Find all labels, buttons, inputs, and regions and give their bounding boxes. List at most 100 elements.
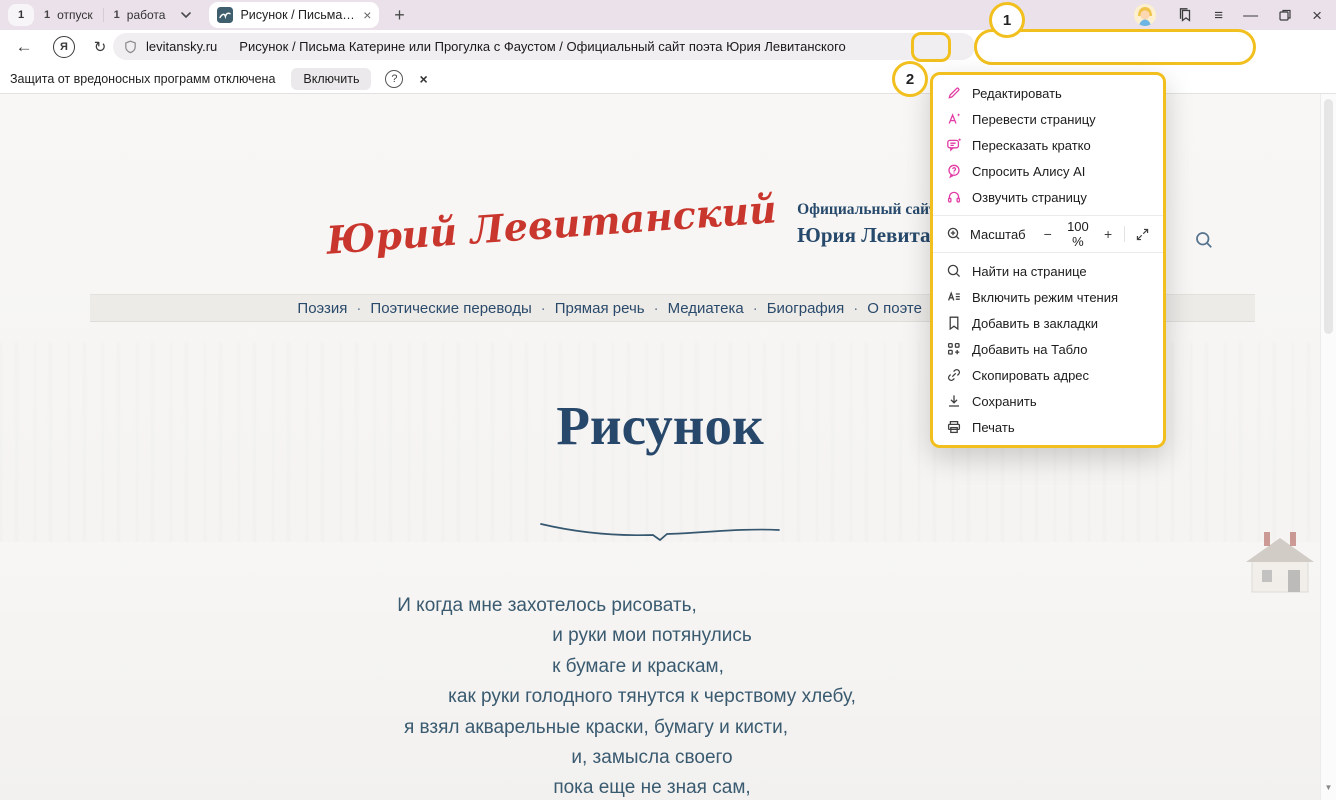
nav-separator: · <box>853 300 858 317</box>
browser-actions-menu: Редактировать Перевести страницу Переска… <box>930 72 1166 448</box>
menu-item-ask-alice[interactable]: Спросить Алису AI <box>933 158 1163 184</box>
menu-item-label: Редактировать <box>972 86 1062 101</box>
address-bar[interactable]: levitansky.ru Рисунок / Письма Катерине … <box>113 33 975 60</box>
enable-protection-button[interactable]: Включить <box>291 68 371 90</box>
window-close-icon[interactable]: × <box>1312 7 1322 24</box>
tab-groups-chevron-down-icon[interactable] <box>175 4 197 26</box>
warning-close-icon[interactable]: × <box>419 71 427 87</box>
menu-item-label: Печать <box>972 420 1015 435</box>
poem-line: пока еще не зная сам, <box>0 773 1304 800</box>
nav-item-media[interactable]: Медиатека <box>668 300 744 317</box>
menu-zoom-row: Масштаб − 100 % + <box>933 221 1163 247</box>
menu-item-label: Пересказать кратко <box>972 138 1091 153</box>
headphones-icon <box>946 189 962 205</box>
summarize-chat-icon <box>946 137 962 153</box>
menu-divider <box>933 215 1163 216</box>
ask-alice-chat-icon <box>946 163 962 179</box>
reload-icon[interactable]: ↻ <box>86 30 114 64</box>
menu-item-summarize-brief[interactable]: Пересказать кратко <box>933 132 1163 158</box>
site-favicon-icon <box>217 7 233 23</box>
menu-item-save[interactable]: Сохранить <box>933 388 1163 414</box>
menu-item-label: Спросить Алису AI <box>972 164 1085 179</box>
poem-text: И когда мне захотелось рисовать, и руки … <box>0 591 1304 800</box>
annotation-marker-1: 1 <box>989 2 1025 38</box>
warning-message: Защита от вредоносных программ отключена <box>10 72 275 86</box>
tab-group-vacation[interactable]: 1 отпуск <box>34 4 103 26</box>
zoom-in-button[interactable]: + <box>1102 226 1114 242</box>
window-restore-icon[interactable] <box>1278 8 1292 22</box>
tab-group-label: отпуск <box>57 8 93 22</box>
zoom-value: 100 % <box>1062 219 1094 249</box>
tab-bar: 1 1 отпуск 1 работа Рисунок / Письма Кат… <box>0 0 1336 30</box>
page-scrollbar[interactable]: ▼ <box>1320 94 1336 800</box>
tab-group-count: 1 <box>114 9 120 21</box>
help-icon[interactable]: ? <box>385 70 403 88</box>
menu-item-label: Добавить на Табло <box>972 342 1088 357</box>
menu-item-read-aloud[interactable]: Озвучить страницу <box>933 184 1163 210</box>
menu-item-label: Включить режим чтения <box>972 290 1118 305</box>
menu-item-label: Сохранить <box>972 394 1037 409</box>
tab-group-count: 1 <box>44 9 50 21</box>
poem-line: и руки мои потянулись <box>0 621 1304 651</box>
menu-item-copy-address[interactable]: Скопировать адрес <box>933 362 1163 388</box>
printer-icon <box>946 419 962 435</box>
pinned-tab[interactable]: 1 <box>8 4 34 26</box>
address-toolbar: ← Я ↻ levitansky.ru Рисунок / Письма Кат… <box>0 30 1336 64</box>
site-search-icon[interactable] <box>1194 230 1214 250</box>
poem-line: как руки голодного тянутся к черствому х… <box>0 682 1304 712</box>
link-icon <box>946 367 962 383</box>
yandex-home-icon[interactable]: Я <box>50 30 78 64</box>
menu-item-find[interactable]: Найти на странице <box>933 258 1163 284</box>
download-icon <box>946 393 962 409</box>
collections-icon[interactable] <box>1176 6 1194 24</box>
translate-icon <box>946 111 962 127</box>
nav-separator: · <box>654 300 659 317</box>
tab-group-work[interactable]: 1 работа <box>104 4 176 26</box>
edit-pencil-icon <box>946 85 962 101</box>
profile-avatar[interactable] <box>1134 4 1156 26</box>
back-icon[interactable]: ← <box>10 30 38 64</box>
address-domain: levitansky.ru <box>146 39 217 54</box>
poem-line: и, замысла своего <box>0 743 1304 773</box>
menu-divider <box>933 252 1163 253</box>
nav-item-biography[interactable]: Биография <box>767 300 845 317</box>
zoom-label: Масштаб <box>970 227 1026 242</box>
menu-item-add-bookmark[interactable]: Добавить в закладки <box>933 310 1163 336</box>
nav-separator: · <box>356 300 361 317</box>
menu-item-reader-mode[interactable]: Включить режим чтения <box>933 284 1163 310</box>
menu-item-label: Найти на странице <box>972 264 1087 279</box>
bookmark-icon <box>946 315 962 331</box>
scrollbar-thumb[interactable] <box>1324 99 1333 334</box>
nav-item-direct-speech[interactable]: Прямая речь <box>555 300 645 317</box>
tab-close-icon[interactable]: × <box>363 8 371 22</box>
zoom-magnifier-icon <box>946 226 962 242</box>
poem-line: И когда мне захотелось рисовать, <box>0 591 1199 621</box>
nav-separator: · <box>541 300 546 317</box>
zoom-separator <box>1124 226 1125 242</box>
menu-item-label: Перевести страницу <box>972 112 1096 127</box>
new-tab-button[interactable]: + <box>387 5 411 26</box>
search-icon <box>946 263 962 279</box>
menu-item-edit[interactable]: Редактировать <box>933 80 1163 106</box>
menu-item-label: Скопировать адрес <box>972 368 1089 383</box>
menu-item-label: Добавить в закладки <box>972 316 1098 331</box>
menu-item-add-tableau[interactable]: Добавить на Табло <box>933 336 1163 362</box>
zoom-out-button[interactable]: − <box>1042 226 1054 242</box>
nav-item-poetry[interactable]: Поэзия <box>297 300 347 317</box>
ornament-flourish <box>0 518 1320 542</box>
address-page-title: Рисунок / Письма Катерине или Прогулка с… <box>239 39 965 54</box>
nav-item-about[interactable]: О поэте <box>867 300 922 317</box>
nav-item-translations[interactable]: Поэтические переводы <box>370 300 531 317</box>
scrollbar-down-arrow-icon[interactable]: ▼ <box>1321 784 1336 792</box>
site-logo-signature[interactable]: Юрий Левитанский <box>325 186 778 262</box>
menu-item-translate[interactable]: Перевести страницу <box>933 106 1163 132</box>
tab-group-label: работа <box>127 8 166 22</box>
poem-line: я взял акварельные краски, бумагу и кист… <box>0 713 1248 743</box>
fullscreen-icon[interactable] <box>1135 227 1150 242</box>
window-minimize-icon[interactable]: — <box>1243 8 1258 23</box>
active-tab[interactable]: Рисунок / Письма Кате × <box>209 2 379 28</box>
browser-menu-icon[interactable]: ≡ <box>1214 8 1223 23</box>
menu-item-print[interactable]: Печать <box>933 414 1163 440</box>
annotation-marker-2: 2 <box>892 61 928 97</box>
shield-icon <box>123 39 138 55</box>
